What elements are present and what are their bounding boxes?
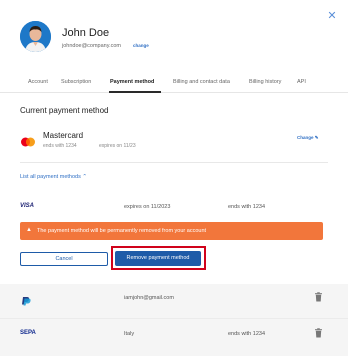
pencil-icon: ✎ (314, 135, 319, 140)
trash-icon[interactable] (314, 328, 323, 338)
tab-billing-history[interactable]: Billing history (249, 79, 281, 85)
warning-banner: ▲ The payment method will be permanently… (20, 222, 323, 240)
cancel-button[interactable]: Cancel (20, 252, 108, 266)
tab-subscription[interactable]: Subscription (61, 79, 91, 85)
mastercard-icon (20, 134, 36, 147)
close-icon[interactable]: ✕ (326, 10, 338, 22)
user-name: John Doe (62, 27, 110, 39)
divider (20, 162, 328, 163)
sepa-country: Italy (124, 331, 135, 337)
active-tab-indicator (109, 91, 161, 93)
card-expiry: expires on 11/23 (99, 143, 136, 149)
chevron-up-icon: ⌃ (82, 174, 87, 180)
tab-account[interactable]: Account (28, 79, 48, 85)
remove-payment-method-button[interactable]: Remove payment method (115, 251, 201, 266)
warning-icon: ▲ (26, 227, 32, 233)
change-label: Change (297, 135, 314, 140)
row-divider (0, 318, 348, 319)
paypal-icon (20, 293, 34, 306)
change-payment-link[interactable]: Change ✎ (297, 135, 319, 141)
paypal-email: iamjohn@gmail.com (124, 295, 174, 301)
list-payment-methods-toggle[interactable]: List all payment methods ⌃ (20, 174, 87, 180)
sepa-logo-text: SEPA (20, 330, 36, 336)
user-email: johndoe@company.com (62, 43, 121, 49)
tab-divider (0, 91, 348, 93)
other-methods-list (0, 284, 348, 356)
visa-logo: VISA (20, 203, 35, 209)
list-toggle-label: List all payment methods (20, 174, 81, 180)
section-title: Current payment method (20, 106, 109, 115)
visa-expiry: expires on 11/2023 (124, 204, 171, 210)
tab-billing-contact[interactable]: Billing and contact data (173, 79, 230, 85)
warning-text: The payment method will be permanently r… (37, 227, 207, 234)
avatar (20, 21, 51, 52)
sepa-logo: SEPA (20, 330, 36, 336)
sepa-ends-with: ends with 1234 (228, 331, 265, 337)
change-email-link[interactable]: change (133, 43, 149, 48)
card-brand: Mastercard (43, 131, 84, 140)
tab-api[interactable]: API (297, 79, 306, 85)
visa-ends-with: ends with 1234 (228, 204, 265, 210)
tab-bar: Account Subscription Payment method Bill… (0, 74, 348, 92)
tab-payment-method[interactable]: Payment method (110, 79, 154, 85)
card-ends-with: ends with 1234 (43, 143, 77, 149)
trash-icon[interactable] (314, 292, 323, 302)
